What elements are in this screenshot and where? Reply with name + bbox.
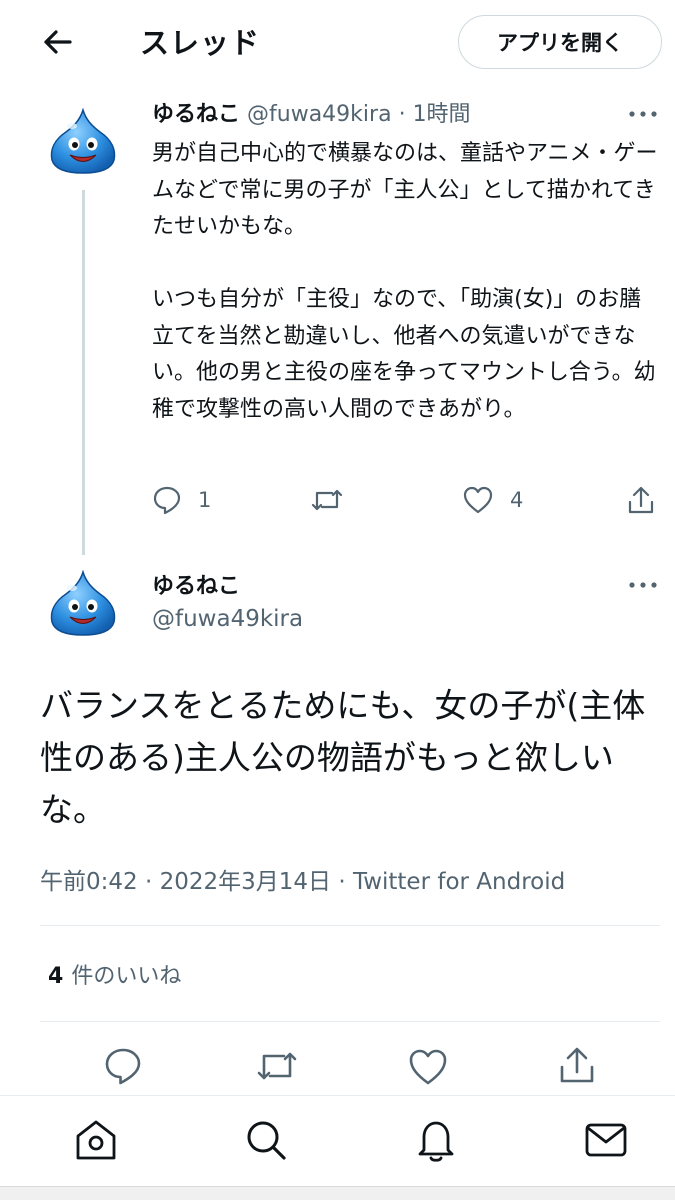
search-icon [247, 1121, 286, 1160]
nav-search[interactable] [242, 1116, 290, 1164]
slime-avatar-icon [50, 569, 116, 636]
reply-button[interactable] [103, 1046, 143, 1086]
reply-button[interactable]: 1 [152, 485, 211, 515]
likes-count: 4 [48, 964, 64, 989]
divider [40, 1021, 660, 1022]
arrow-left-icon [44, 30, 72, 54]
divider [40, 925, 660, 926]
tweet-text: バランスをとるためにも、女の子が(主体性のある)主人公の物語がもっと欲しいな。 [40, 686, 646, 829]
avatar[interactable] [48, 107, 118, 174]
back-button[interactable] [38, 22, 78, 62]
like-button[interactable] [407, 1047, 447, 1087]
user-handle[interactable]: @fuwa49kira [247, 102, 392, 127]
avatar[interactable] [48, 569, 118, 636]
likes-label: 件のいいね [71, 964, 182, 989]
nav-notifications[interactable] [412, 1116, 460, 1164]
tweet-meta[interactable]: 午前0:42 · 2022年3月14日 · Twitter for Androi… [40, 862, 565, 896]
more-dots-icon [629, 111, 657, 117]
user-handle[interactable]: @fuwa49kira [152, 606, 303, 632]
thread-line [82, 190, 85, 555]
share-icon [560, 1047, 594, 1083]
reply-count: 1 [198, 488, 212, 512]
retweet-button[interactable] [310, 485, 344, 515]
nav-messages[interactable] [582, 1116, 630, 1164]
share-icon [628, 486, 654, 514]
share-button[interactable] [557, 1044, 597, 1084]
bottom-nav [0, 1095, 675, 1200]
more-options-button[interactable] [624, 104, 664, 124]
retweet-icon [311, 489, 343, 511]
retweet-icon [257, 1052, 297, 1080]
reply-icon [153, 486, 181, 515]
page-title: スレッド [140, 26, 261, 60]
messages-icon [585, 1123, 627, 1157]
more-dots-icon [629, 582, 657, 588]
system-bar [0, 1186, 675, 1200]
retweet-button[interactable] [255, 1046, 297, 1086]
notifications-icon [418, 1121, 454, 1162]
share-button[interactable] [626, 484, 656, 516]
reply-icon [105, 1048, 141, 1085]
tweet-header: ゆるねこ @fuwa49kira · 1時間 [152, 96, 471, 128]
top-bar: スレッド アプリを開く [0, 0, 675, 84]
slime-avatar-icon [50, 107, 116, 174]
display-name[interactable]: ゆるねこ [152, 568, 240, 600]
like-icon [409, 1049, 447, 1085]
like-icon [463, 486, 493, 514]
display-name[interactable]: ゆるねこ [152, 102, 240, 127]
likes-summary[interactable]: 4 件のいいね [48, 958, 181, 990]
like-button[interactable]: 4 [462, 485, 523, 515]
more-options-button[interactable] [624, 575, 664, 595]
nav-home[interactable] [72, 1116, 120, 1164]
open-app-button[interactable]: アプリを開く [458, 15, 662, 69]
separator: · [398, 102, 406, 127]
like-count: 4 [510, 488, 524, 512]
tweet-time[interactable]: 1時間 [413, 102, 471, 127]
home-icon [76, 1120, 116, 1160]
tweet-text: 男が自己中心的で横暴なのは、童話やアニメ・ゲームなどで常に男の子が「主人公」とし… [152, 141, 658, 422]
